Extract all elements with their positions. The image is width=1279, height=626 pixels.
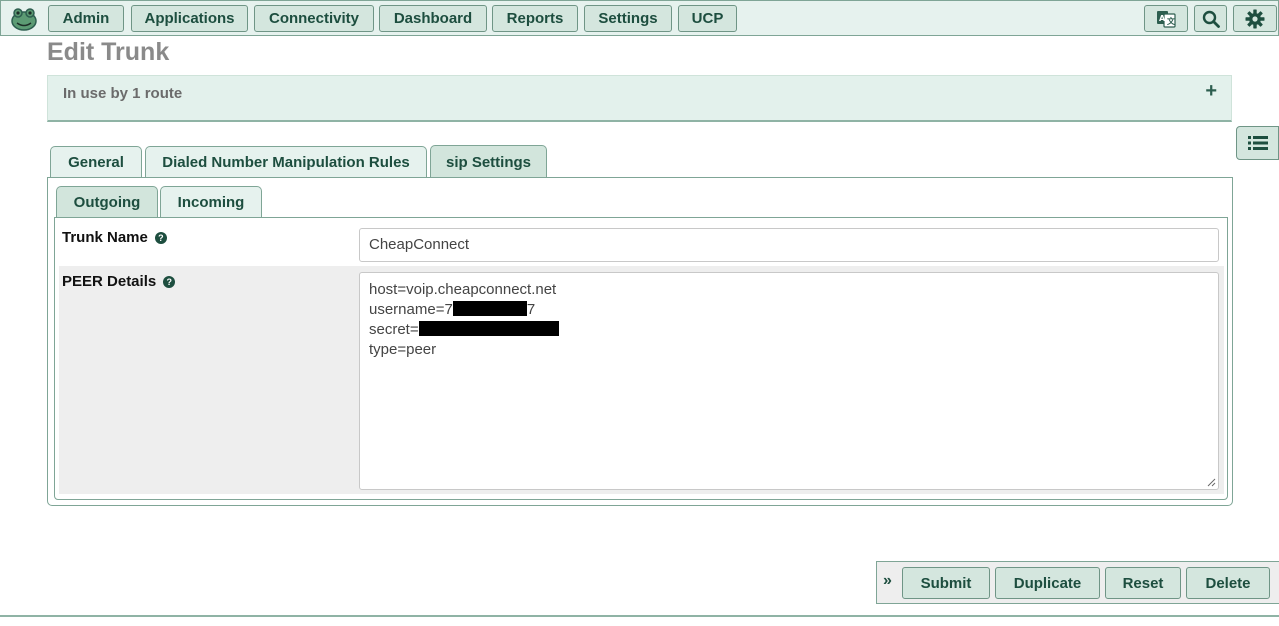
frog-logo-icon[interactable] [10, 6, 38, 32]
duplicate-button[interactable]: Duplicate [995, 567, 1100, 599]
peer-line-username: username=7 7 [369, 301, 536, 318]
delete-button[interactable]: Delete [1186, 567, 1270, 599]
tab-general[interactable]: General [50, 146, 142, 178]
peer-line-secret: secret= [369, 320, 1209, 340]
subtab-incoming[interactable]: Incoming [160, 186, 262, 218]
trunk-name-label: Trunk Name ? [62, 229, 167, 246]
search-button[interactable] [1194, 5, 1227, 32]
gear-icon [1245, 9, 1265, 28]
settings-button[interactable] [1233, 5, 1277, 32]
expand-plus-icon[interactable]: + [1205, 80, 1217, 103]
svg-text:A: A [1159, 14, 1166, 23]
list-icon [1247, 136, 1268, 150]
collapse-chevron-icon[interactable]: » [883, 572, 892, 590]
search-icon [1202, 10, 1220, 28]
page-title: Edit Trunk [47, 38, 170, 66]
nav-applications[interactable]: Applications [131, 5, 248, 32]
top-navbar: Admin Applications Connectivity Dashboar… [0, 0, 1279, 36]
tab-sip-settings[interactable]: sip Settings [430, 145, 547, 178]
in-use-text: In use by 1 route [63, 85, 183, 102]
redaction-block [418, 321, 559, 336]
submit-button[interactable]: Submit [902, 567, 990, 599]
help-icon[interactable]: ? [154, 231, 167, 244]
nav-admin[interactable]: Admin [48, 5, 124, 32]
action-bar: » Submit Duplicate Reset Delete [876, 561, 1279, 604]
nav-dashboard[interactable]: Dashboard [379, 5, 487, 32]
in-use-panel[interactable]: In use by 1 route + [47, 75, 1232, 122]
tab-dialed-number-rules[interactable]: Dialed Number Manipulation Rules [145, 146, 427, 178]
resize-handle-icon[interactable] [1207, 478, 1216, 487]
nav-connectivity[interactable]: Connectivity [254, 5, 374, 32]
svg-text:文: 文 [1167, 16, 1176, 26]
peer-details-textarea[interactable]: host=voip.cheapconnect.net username=7 7 s… [359, 272, 1219, 490]
language-button[interactable]: A 文 [1144, 5, 1188, 32]
language-icon: A 文 [1157, 10, 1176, 28]
reset-button[interactable]: Reset [1105, 567, 1181, 599]
redaction-block [452, 301, 527, 316]
nav-reports[interactable]: Reports [492, 5, 578, 32]
subtab-outgoing[interactable]: Outgoing [56, 186, 158, 218]
nav-ucp[interactable]: UCP [678, 5, 737, 32]
sidebar-toggle-button[interactable] [1236, 126, 1279, 160]
footer-divider [0, 615, 1279, 626]
help-icon[interactable]: ? [163, 275, 176, 288]
trunk-name-input[interactable]: CheapConnect [359, 228, 1219, 262]
peer-details-label: PEER Details ? [62, 273, 176, 290]
peer-line-type: type=peer [369, 341, 437, 358]
peer-line-host: host=voip.cheapconnect.net [369, 281, 557, 298]
nav-settings[interactable]: Settings [584, 5, 672, 32]
